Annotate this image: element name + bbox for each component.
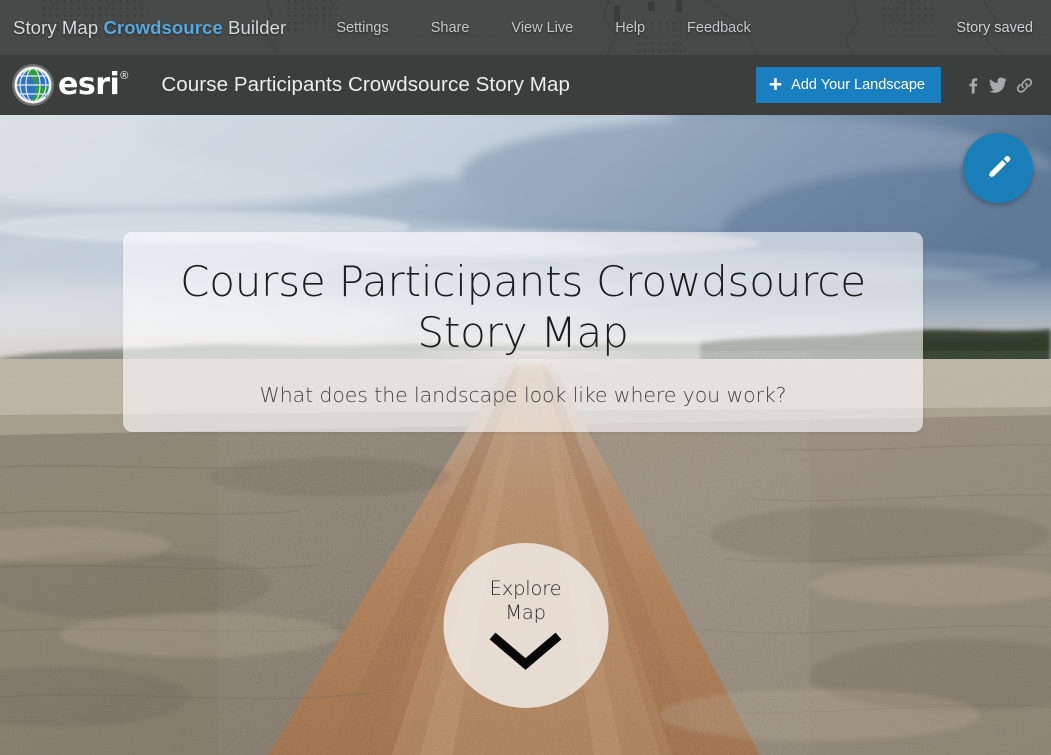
header-actions: + Add Your Landscape [755,67,1037,103]
story-header-bar: esri ® Course Participants Crowdsource S… [0,55,1051,115]
nav-link-settings[interactable]: Settings [322,14,402,42]
social-share-icons [959,72,1037,98]
edit-pencil-icon [988,155,1011,179]
twitter-icon[interactable] [985,72,1011,98]
cover-subtitle: What does the landscape look like where … [259,383,787,407]
explore-map-label-line2: Map [505,601,546,624]
save-status-text: Story saved [956,19,1033,36]
esri-registered-mark: ® [120,70,129,82]
app-brand: Story Map Crowdsource Builder [13,17,286,39]
explore-map-label-line1: Explore [489,577,562,600]
cover-title: Course Participants Crowdsource Story Ma… [180,257,866,357]
brand-highlight: Crowdsource [103,16,223,38]
brand-prefix: Story Map [13,16,104,38]
cover-title-card: Course Participants Crowdsource Story Ma… [123,232,923,432]
nav-link-feedback[interactable]: Feedback [673,14,765,42]
builder-nav-bar: Story Map Crowdsource Builder Settings S… [0,0,1051,55]
plus-icon: + [768,70,783,97]
builder-nav-links: Settings Share View Live Help Feedback [322,14,778,42]
nav-link-help[interactable]: Help [601,14,659,42]
edit-cover-button[interactable] [963,133,1033,203]
nav-link-view-live[interactable]: View Live [497,14,587,42]
esri-globe-logo-icon [12,64,54,106]
esri-wordmark-text: esri [58,67,120,102]
chevron-down-icon [489,632,562,670]
add-your-landscape-button[interactable]: + Add Your Landscape [755,67,941,103]
esri-wordmark: esri ® [58,70,128,100]
link-icon[interactable] [1011,72,1037,98]
cover-hero: Course Participants Crowdsource Story Ma… [0,115,1051,755]
add-button-label: Add Your Landscape [791,77,925,93]
nav-link-share[interactable]: Share [417,14,484,42]
brand-suffix: Builder [222,16,287,38]
story-map-title: Course Participants Crowdsource Story Ma… [161,73,570,96]
explore-map-button[interactable]: Explore Map [443,543,608,708]
facebook-icon[interactable] [959,72,985,98]
